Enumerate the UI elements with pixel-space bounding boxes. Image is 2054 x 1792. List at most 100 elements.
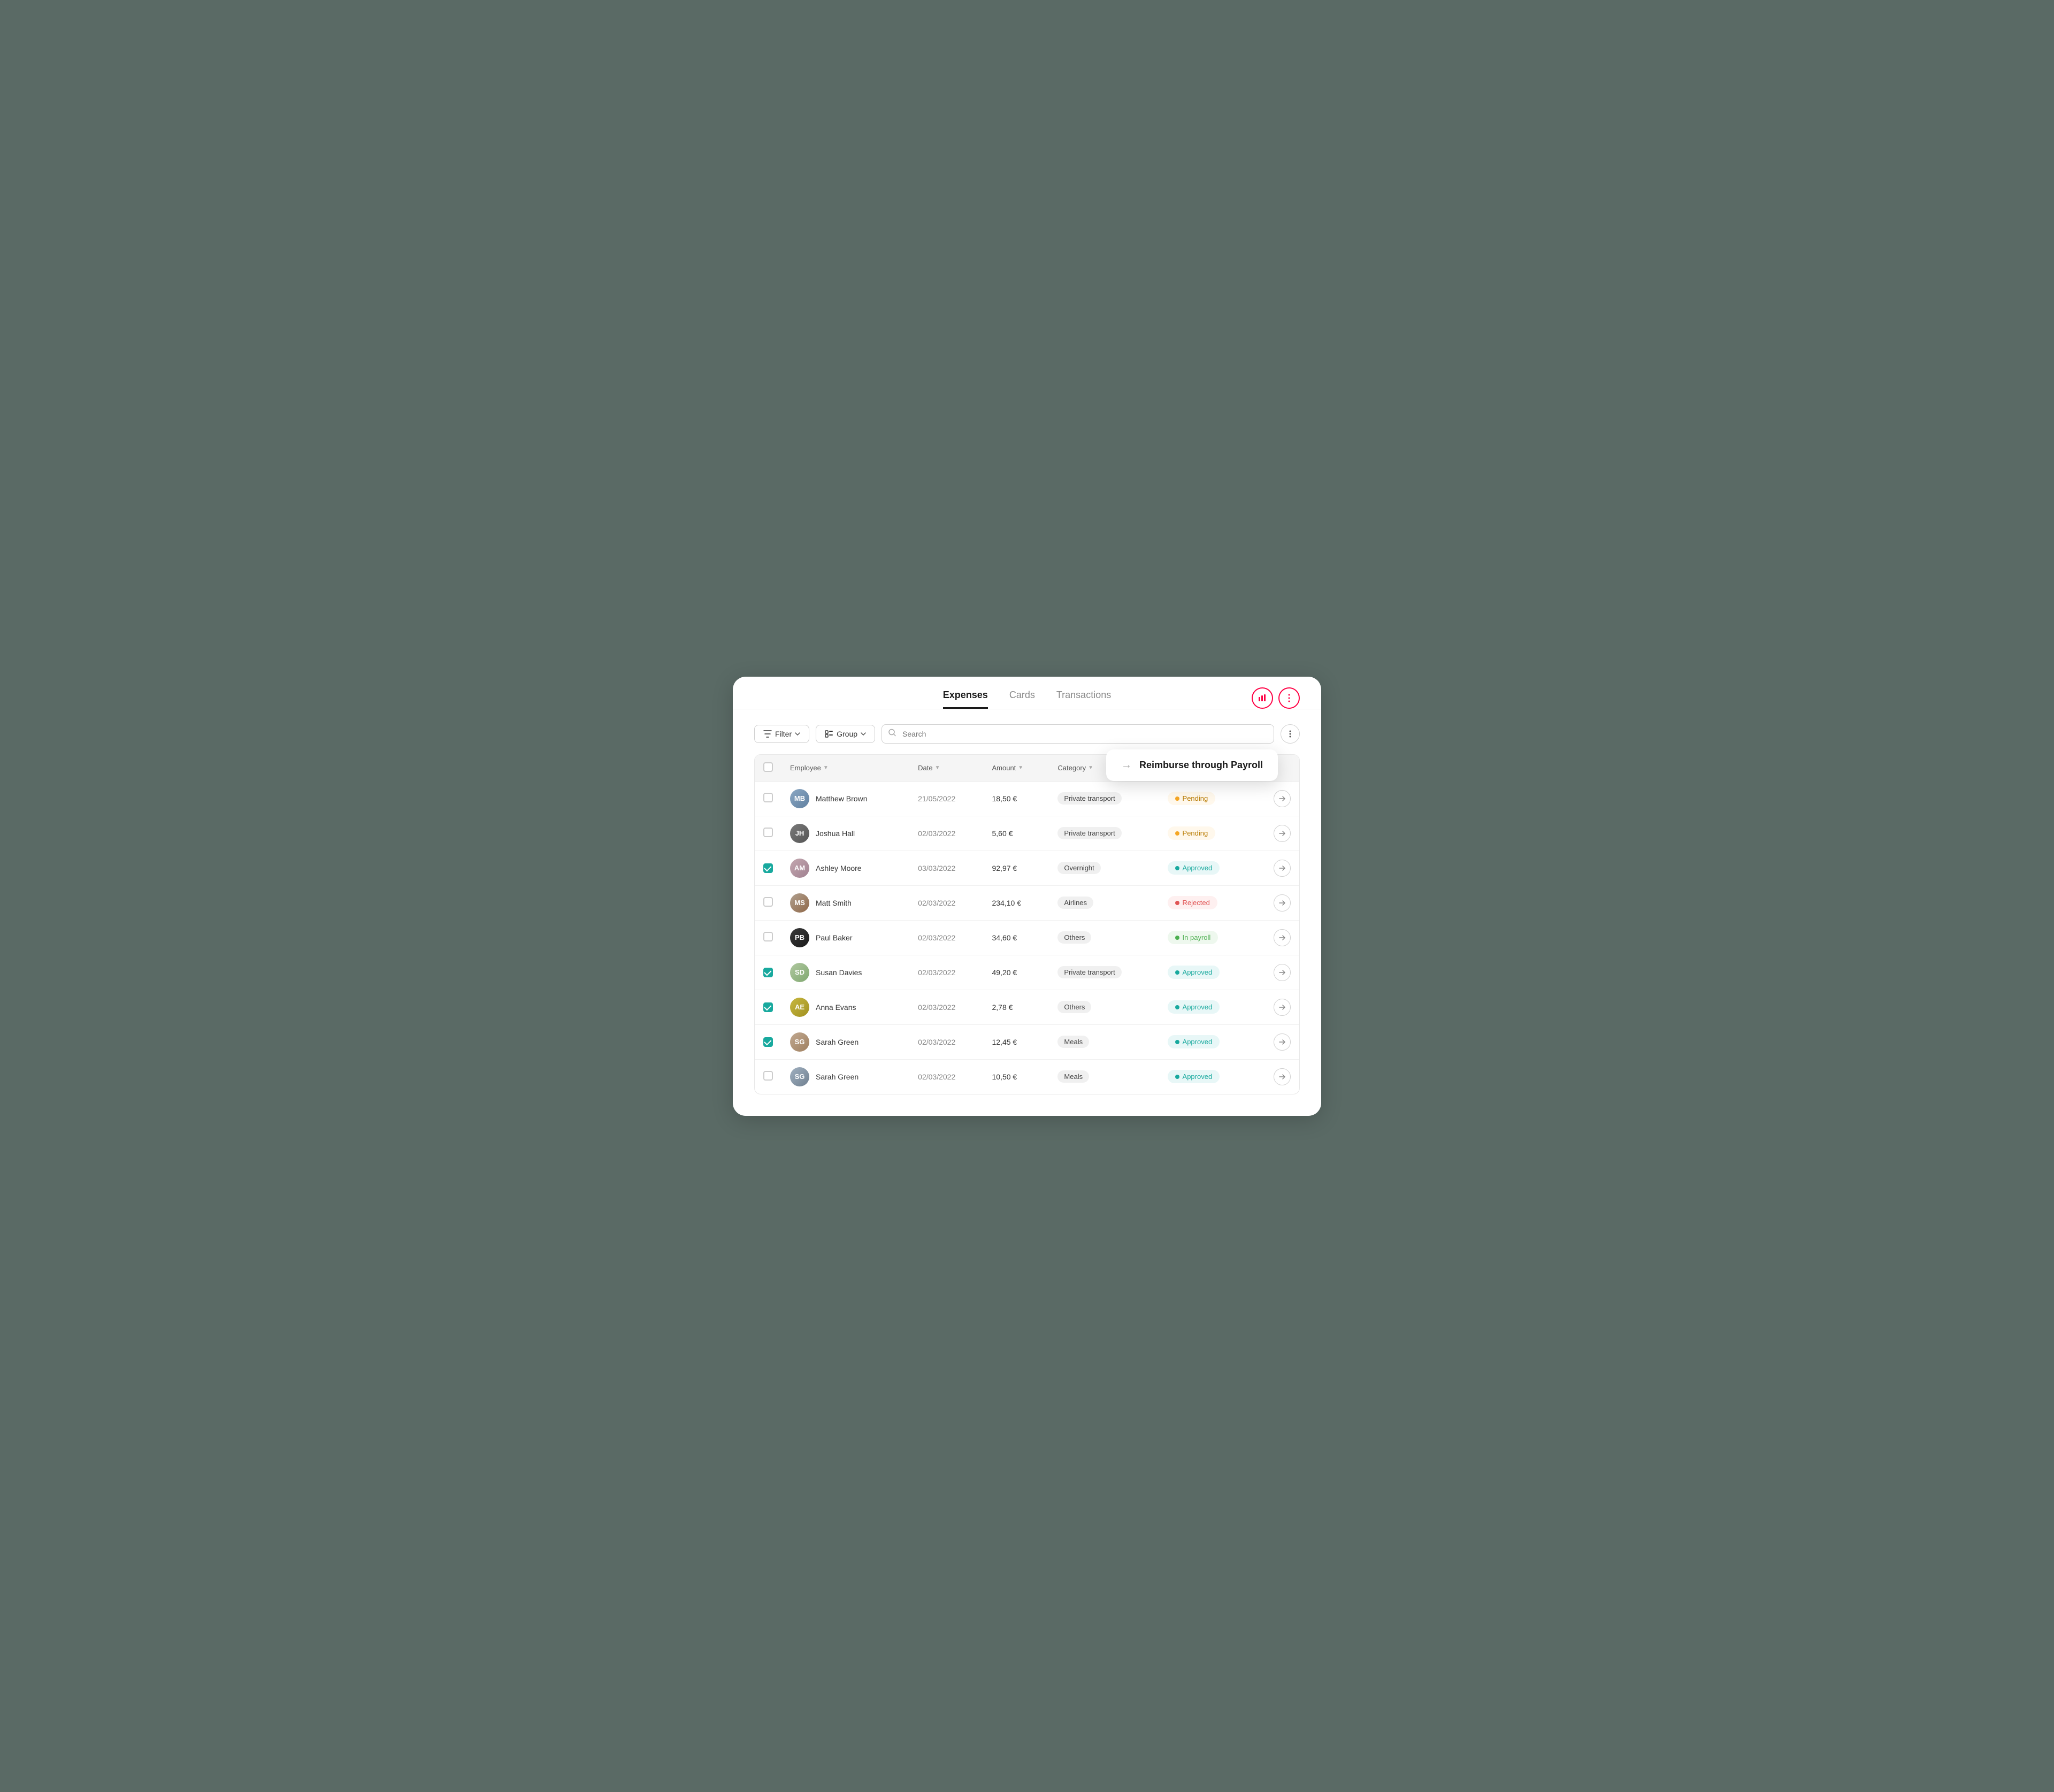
employee-name: Joshua Hall [816, 829, 855, 838]
action-cell [1253, 955, 1299, 990]
employee-name: Sarah Green [816, 1073, 859, 1081]
employee-cell: MBMatthew Brown [781, 781, 909, 816]
status-dot [1175, 1005, 1179, 1009]
row-checkbox[interactable] [763, 1037, 773, 1047]
checkbox-cell [755, 781, 781, 816]
status-text: Approved [1183, 1003, 1213, 1011]
amount-cell: 34,60 € [983, 920, 1049, 955]
row-checkbox[interactable] [763, 1002, 773, 1012]
row-navigate-button[interactable] [1274, 964, 1291, 981]
category-cell: Meals [1049, 1024, 1159, 1059]
filter-label: Filter [775, 730, 792, 738]
row-navigate-button[interactable] [1274, 929, 1291, 946]
avatar: SG [790, 1067, 809, 1086]
amount-cell: 12,45 € [983, 1024, 1049, 1059]
avatar: SD [790, 963, 809, 982]
row-checkbox[interactable] [763, 828, 773, 837]
status-text: Pending [1183, 794, 1208, 802]
date-sort-icon[interactable]: ▼ [935, 765, 940, 771]
employee-name: Paul Baker [816, 933, 852, 942]
row-checkbox[interactable] [763, 793, 773, 802]
avatar: PB [790, 928, 809, 947]
action-cell [1253, 885, 1299, 920]
employee-cell: AMAshley Moore [781, 851, 909, 885]
category-cell: Private transport [1049, 955, 1159, 990]
row-checkbox[interactable] [763, 932, 773, 941]
row-checkbox[interactable] [763, 968, 773, 977]
avatar: AE [790, 998, 809, 1017]
category-badge: Private transport [1057, 792, 1121, 805]
status-badge: In payroll [1168, 931, 1218, 944]
category-cell: Meals [1049, 1059, 1159, 1094]
table-row: PBPaul Baker02/03/202234,60 €OthersIn pa… [755, 920, 1299, 955]
th-checkbox [755, 755, 781, 782]
checkbox-cell [755, 920, 781, 955]
action-cell [1253, 781, 1299, 816]
amount-sort-icon[interactable]: ▼ [1018, 765, 1023, 771]
date-cell: 02/03/2022 [909, 1024, 983, 1059]
row-navigate-button[interactable] [1274, 790, 1291, 807]
status-text: Approved [1183, 864, 1213, 872]
category-badge: Overnight [1057, 862, 1100, 874]
more-icon-button[interactable] [1278, 687, 1300, 709]
row-checkbox[interactable] [763, 897, 773, 907]
tab-expenses[interactable]: Expenses [943, 690, 988, 709]
reimburse-popup[interactable]: → Reimburse through Payroll [1106, 749, 1278, 781]
main-card: Expenses Cards Transactions [733, 677, 1321, 1116]
row-checkbox[interactable] [763, 863, 773, 873]
row-navigate-button[interactable] [1274, 1033, 1291, 1051]
checkbox-cell [755, 851, 781, 885]
employee-cell: SG Sarah Green [781, 1059, 909, 1094]
checkbox-cell [755, 1059, 781, 1094]
row-navigate-button[interactable] [1274, 999, 1291, 1016]
action-cell [1253, 990, 1299, 1024]
toolbar-more-button[interactable] [1281, 724, 1300, 744]
table-row: SDSusan Davies02/03/202249,20 €Private t… [755, 955, 1299, 990]
tab-cards[interactable]: Cards [1009, 690, 1035, 709]
employee-name: Ashley Moore [816, 864, 862, 872]
status-badge: Approved [1168, 1035, 1220, 1048]
amount-cell: 10,50 € [983, 1059, 1049, 1094]
th-employee: Employee ▼ [781, 755, 909, 782]
status-text: Rejected [1183, 899, 1210, 907]
row-navigate-button[interactable] [1274, 1068, 1291, 1085]
tab-bar: Expenses Cards Transactions [943, 690, 1111, 709]
status-cell: Approved [1159, 1024, 1253, 1059]
row-navigate-button[interactable] [1274, 860, 1291, 877]
action-cell [1253, 1024, 1299, 1059]
employee-cell: AEAnna Evans [781, 990, 909, 1024]
filter-button[interactable]: Filter [754, 725, 809, 743]
date-cell: 02/03/2022 [909, 990, 983, 1024]
employee-sort-icon[interactable]: ▼ [823, 765, 829, 771]
status-dot [1175, 936, 1179, 940]
row-navigate-button[interactable] [1274, 825, 1291, 842]
group-button[interactable]: Group [816, 725, 875, 743]
category-cell: Private transport [1049, 816, 1159, 851]
category-cell: Others [1049, 920, 1159, 955]
checkbox-cell [755, 1024, 781, 1059]
date-cell: 02/03/2022 [909, 955, 983, 990]
date-cell: 02/03/2022 [909, 816, 983, 851]
category-badge: Private transport [1057, 966, 1121, 978]
amount-cell: 92,97 € [983, 851, 1049, 885]
amount-cell: 49,20 € [983, 955, 1049, 990]
date-cell: 02/03/2022 [909, 1059, 983, 1094]
header: Expenses Cards Transactions [733, 677, 1321, 709]
chart-icon-button[interactable] [1252, 687, 1273, 709]
status-cell: Pending [1159, 816, 1253, 851]
status-badge: Approved [1168, 1000, 1220, 1014]
row-checkbox[interactable] [763, 1071, 773, 1081]
search-input[interactable] [882, 724, 1274, 744]
category-cell: Private transport [1049, 781, 1159, 816]
group-label: Group [837, 730, 857, 738]
category-sort-icon[interactable]: ▼ [1088, 765, 1093, 771]
table-row: JHJoshua Hall02/03/20225,60 €Private tra… [755, 816, 1299, 851]
category-badge: Meals [1057, 1036, 1089, 1048]
tab-transactions[interactable]: Transactions [1056, 690, 1111, 709]
row-navigate-button[interactable] [1274, 894, 1291, 912]
avatar: JH [790, 824, 809, 843]
avatar: MB [790, 789, 809, 808]
select-all-checkbox[interactable] [763, 762, 773, 772]
search-icon [888, 728, 896, 739]
employee-cell: SGSarah Green [781, 1024, 909, 1059]
